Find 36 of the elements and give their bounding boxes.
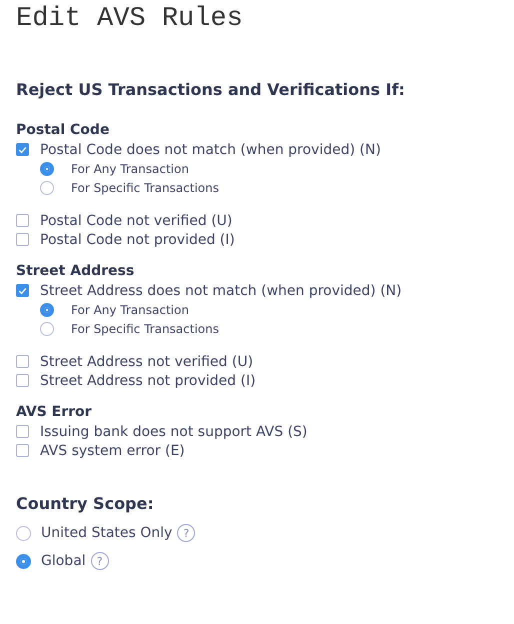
checkbox[interactable] (16, 355, 29, 368)
radio-label: For Specific Transactions (71, 180, 219, 194)
checkbox[interactable] (16, 425, 29, 438)
option-label: Issuing bank does not support AVS (S) (40, 424, 308, 440)
option-label: Postal Code not provided (I) (40, 232, 235, 248)
section-heading: Country Scope: (16, 494, 155, 513)
checkbox[interactable] (16, 214, 29, 227)
checkbox[interactable] (16, 233, 29, 246)
option-label: AVS system error (E) (40, 442, 185, 458)
option-label: Postal Code does not match (when provided) (N) (40, 142, 381, 158)
page-title: Edit AVS Rules (16, 4, 244, 34)
option-label: Street Address not verified (U) (40, 354, 254, 370)
group-title: Street Address (16, 262, 136, 281)
option-label: Street Address not provided (I) (40, 372, 256, 388)
checkbox[interactable] (16, 143, 29, 156)
radio-label: For Any Transaction (71, 162, 189, 176)
radio-label: For Any Transaction (71, 302, 189, 316)
help-icon[interactable]: ? (90, 552, 109, 570)
radio-label: United States Only (41, 525, 172, 541)
help-icon[interactable]: ? (177, 524, 196, 542)
option-label: Street Address does not match (when provided) (N) (40, 282, 402, 298)
checkbox[interactable] (16, 374, 29, 387)
radio-label: Global (41, 553, 86, 569)
radio-button[interactable] (16, 554, 31, 568)
radio-button[interactable] (40, 302, 54, 316)
option-label: Postal Code not verified (U) (40, 212, 232, 228)
section-heading: Reject US Transactions and Verifications If: (16, 80, 406, 99)
radio-label: For Specific Transactions (71, 322, 219, 336)
radio-button[interactable] (40, 162, 54, 176)
checkbox[interactable] (16, 444, 29, 457)
group-title: AVS Error (16, 403, 93, 422)
group-title: Postal Code (16, 121, 110, 140)
radio-button[interactable] (40, 180, 54, 194)
radio-button[interactable] (16, 526, 31, 540)
radio-button[interactable] (40, 322, 54, 336)
checkbox[interactable] (16, 284, 29, 297)
